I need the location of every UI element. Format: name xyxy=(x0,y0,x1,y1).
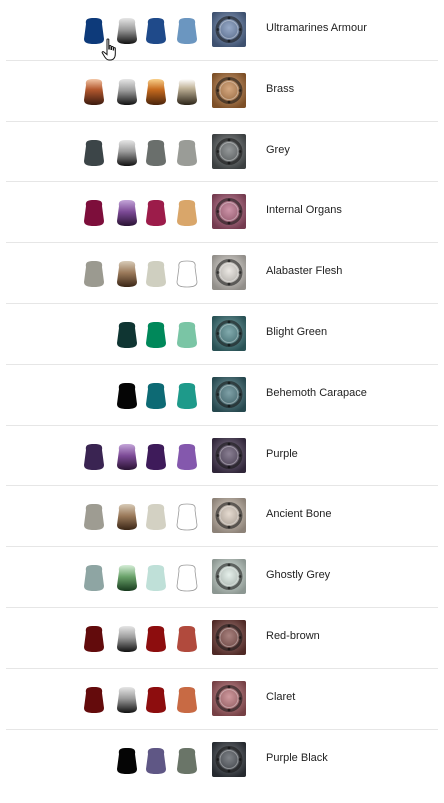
recipe-name[interactable]: Red-brown xyxy=(266,630,320,642)
edge-paint-pot-icon[interactable] xyxy=(176,78,198,105)
shoulder-pad-swatch-thumbnail[interactable] xyxy=(212,72,246,108)
layer-paint-pot-icon[interactable] xyxy=(145,321,167,348)
base-paint-pot-icon[interactable] xyxy=(83,199,105,227)
layer-paint-pot-icon[interactable] xyxy=(145,382,167,409)
recipe-row[interactable]: Ghostly Grey xyxy=(6,547,438,608)
shade-paint-pot-icon[interactable] xyxy=(116,199,138,227)
edge-paint-pot-icon[interactable] xyxy=(176,382,198,409)
recipe-name[interactable]: Brass xyxy=(266,83,294,95)
base-paint-pot-icon[interactable] xyxy=(83,564,105,592)
base-paint-pot-icon[interactable] xyxy=(83,260,105,288)
base-paint-pot-icon[interactable] xyxy=(83,17,105,44)
edge-paint-pot-icon[interactable] xyxy=(176,686,198,713)
shade-paint-pot-icon[interactable] xyxy=(116,139,138,166)
edge-paint-pot-icon[interactable] xyxy=(176,564,198,592)
recipe-row[interactable]: Brass xyxy=(6,61,438,122)
base-paint-pot-icon[interactable] xyxy=(83,686,105,713)
shade-paint-pot-icon[interactable] xyxy=(116,78,138,105)
recipe-row[interactable]: Purple Black xyxy=(6,730,438,791)
edge-paint-pot-icon[interactable] xyxy=(176,260,198,288)
layer-paint-pot-icon[interactable] xyxy=(145,443,167,470)
base-paint-pot-icon[interactable] xyxy=(83,503,105,531)
shade-paint-pot-icon[interactable] xyxy=(116,747,138,774)
shoulder-pad-swatch-thumbnail[interactable] xyxy=(212,741,246,777)
shoulder-pad-swatch-thumbnail[interactable] xyxy=(212,12,246,47)
recipe-row[interactable]: Alabaster Flesh xyxy=(6,243,438,304)
shoulder-pad-swatch-thumbnail[interactable] xyxy=(212,194,246,230)
edge-paint-pot-icon[interactable] xyxy=(176,747,198,774)
recipe-row[interactable]: Grey xyxy=(6,122,438,183)
recipe-name[interactable]: Purple Black xyxy=(266,752,328,764)
shoulder-pad-swatch-thumbnail[interactable] xyxy=(212,498,246,534)
shade-paint-pot-icon[interactable] xyxy=(116,17,138,44)
edge-paint-pot-icon[interactable] xyxy=(176,625,198,652)
layer-paint-pot-icon[interactable] xyxy=(145,503,167,531)
recipe-name[interactable]: Claret xyxy=(266,691,295,703)
recipe-row[interactable]: Ancient Bone xyxy=(6,486,438,548)
shade-paint-pot-icon[interactable] xyxy=(116,443,138,470)
base-paint-pot-icon[interactable] xyxy=(83,625,105,652)
recipe-row[interactable]: Purple xyxy=(6,426,438,487)
shoulder-pad-swatch-thumbnail[interactable] xyxy=(212,680,246,716)
shade-paint-pot-icon[interactable] xyxy=(116,260,138,288)
shoulder-pad-swatch-thumbnail[interactable] xyxy=(212,559,246,595)
layer-paint-pot-icon[interactable] xyxy=(145,199,167,227)
edge-paint-pot-icon[interactable] xyxy=(176,199,198,227)
shoulder-pad-swatch-thumbnail[interactable] xyxy=(212,133,246,169)
edge-paint-pot-icon[interactable] xyxy=(176,321,198,348)
shade-paint-pot-icon[interactable] xyxy=(116,625,138,652)
recipe-name[interactable]: Blight Green xyxy=(266,326,327,338)
recipe-row[interactable]: Ultramarines Armour xyxy=(6,0,438,61)
shoulder-pad-swatch-thumbnail[interactable] xyxy=(212,376,246,412)
base-paint-pot-icon[interactable] xyxy=(83,139,105,166)
recipe-name[interactable]: Grey xyxy=(266,144,290,156)
shoulder-pad-swatch-thumbnail[interactable] xyxy=(212,255,246,291)
recipe-name[interactable]: Ancient Bone xyxy=(266,508,331,520)
shoulder-pad-swatch-thumbnail[interactable] xyxy=(212,437,246,473)
shade-paint-pot-icon[interactable] xyxy=(116,564,138,592)
recipe-row[interactable]: Behemoth Carapace xyxy=(6,365,438,426)
recipe-name[interactable]: Behemoth Carapace xyxy=(266,387,367,399)
layer-paint-pot-icon[interactable] xyxy=(145,564,167,592)
recipe-name[interactable]: Ultramarines Armour xyxy=(266,22,367,34)
shade-paint-pot-icon[interactable] xyxy=(116,382,138,409)
layer-paint-pot-icon[interactable] xyxy=(145,78,167,105)
recipe-name[interactable]: Purple xyxy=(266,448,298,460)
layer-paint-pot-icon[interactable] xyxy=(145,686,167,713)
shoulder-pad-swatch-thumbnail[interactable] xyxy=(212,619,246,655)
recipe-row[interactable]: Blight Green xyxy=(6,304,438,365)
layer-paint-pot-icon[interactable] xyxy=(145,625,167,652)
layer-paint-pot-icon[interactable] xyxy=(145,747,167,774)
edge-paint-pot-icon[interactable] xyxy=(176,443,198,470)
shade-paint-pot-icon[interactable] xyxy=(116,503,138,531)
recipe-name[interactable]: Alabaster Flesh xyxy=(266,265,342,277)
edge-paint-pot-icon[interactable] xyxy=(176,17,198,44)
base-paint-pot-icon[interactable] xyxy=(83,443,105,470)
edge-paint-pot-icon[interactable] xyxy=(176,139,198,166)
recipe-name[interactable]: Internal Organs xyxy=(266,204,342,216)
shade-paint-pot-icon[interactable] xyxy=(116,321,138,348)
layer-paint-pot-icon[interactable] xyxy=(145,17,167,44)
layer-paint-pot-icon[interactable] xyxy=(145,260,167,288)
base-paint-pot-icon[interactable] xyxy=(83,78,105,105)
recipe-row[interactable]: Internal Organs xyxy=(6,182,438,244)
layer-paint-pot-icon[interactable] xyxy=(145,139,167,166)
recipe-name[interactable]: Ghostly Grey xyxy=(266,569,330,581)
paint-recipe-list: Ultramarines Armour Brass Grey Internal … xyxy=(0,0,444,790)
edge-paint-pot-icon[interactable] xyxy=(176,503,198,531)
shoulder-pad-swatch-thumbnail[interactable] xyxy=(212,315,246,351)
shade-paint-pot-icon[interactable] xyxy=(116,686,138,713)
recipe-row[interactable]: Claret xyxy=(6,669,438,730)
recipe-row[interactable]: Red-brown xyxy=(6,608,438,669)
